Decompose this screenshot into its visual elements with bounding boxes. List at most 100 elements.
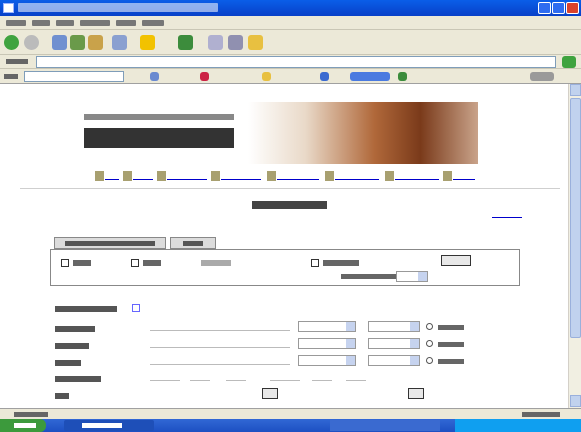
navigation-toolbar	[0, 30, 581, 55]
tab-simple-search[interactable]	[54, 237, 166, 249]
refresh-icon[interactable]	[70, 35, 85, 50]
menu-item-edit[interactable]	[32, 20, 50, 26]
home-icon[interactable]	[88, 35, 103, 50]
nav-link-8[interactable]	[453, 172, 475, 180]
nav-link-3[interactable]	[167, 172, 207, 180]
day-to-input[interactable]	[346, 380, 366, 381]
address-label	[6, 59, 28, 64]
banner-photo	[248, 102, 478, 164]
window-title	[18, 3, 218, 12]
taskbar-item[interactable]	[64, 420, 154, 431]
field-input-2[interactable]	[150, 347, 290, 348]
nav-link-5[interactable]	[277, 172, 319, 180]
nav-link-2[interactable]	[133, 172, 153, 180]
year-to-input[interactable]	[270, 380, 300, 381]
nav-link-4[interactable]	[221, 172, 261, 180]
forward-icon[interactable]	[24, 35, 39, 50]
menu-item-help[interactable]	[142, 20, 164, 26]
vertical-scrollbar[interactable]	[568, 84, 581, 408]
menu-item-file[interactable]	[6, 20, 26, 26]
field-radio-2[interactable]	[426, 340, 433, 347]
scrollbar-thumb[interactable]	[570, 98, 581, 338]
google-logo	[4, 74, 18, 79]
page-viewport	[0, 84, 568, 408]
menu-item-tools[interactable]	[116, 20, 136, 26]
scope-checkbox-1[interactable]	[61, 259, 69, 267]
nav-icon-4	[211, 171, 220, 181]
autofill-button[interactable]	[350, 72, 390, 81]
mail-icon[interactable]	[208, 35, 223, 50]
field-op-select-1[interactable]	[368, 321, 420, 332]
google-search-button[interactable]	[150, 72, 159, 81]
minimize-button[interactable]	[538, 2, 551, 14]
address-bar	[0, 55, 581, 69]
form-help-icon[interactable]	[132, 304, 140, 312]
field-label-3	[55, 360, 81, 366]
scope-checkbox-4[interactable]	[311, 259, 319, 267]
nav-icon-7	[385, 171, 394, 181]
scroll-down-icon[interactable]	[570, 395, 581, 407]
spellcheck-icon[interactable]	[398, 72, 407, 81]
language-bar[interactable]	[330, 420, 440, 431]
form-heading	[55, 306, 117, 312]
back-link[interactable]	[492, 212, 522, 218]
divider	[20, 188, 560, 189]
status-bar	[0, 408, 581, 419]
menu-item-view[interactable]	[56, 20, 74, 26]
menu-bar	[0, 16, 581, 30]
menu-item-favorites[interactable]	[80, 20, 110, 26]
system-tray	[455, 419, 581, 432]
print-icon[interactable]	[228, 35, 243, 50]
day-from-input[interactable]	[226, 380, 246, 381]
field-radio-1[interactable]	[426, 323, 433, 330]
field-op-select-3[interactable]	[368, 355, 420, 366]
google-search-input[interactable]	[24, 71, 124, 82]
field-input-1[interactable]	[150, 330, 290, 331]
highlight-icon[interactable]	[262, 72, 271, 81]
scope-select[interactable]	[396, 271, 428, 282]
edit-icon[interactable]	[248, 35, 263, 50]
field-match-select-2[interactable]	[298, 338, 356, 349]
popup-blocker-icon[interactable]	[320, 72, 329, 81]
field-label-5	[55, 393, 69, 399]
start-button[interactable]	[0, 419, 46, 432]
nav-icon-8	[443, 171, 452, 181]
year-from-input[interactable]	[150, 380, 180, 381]
banner-subtitle	[84, 114, 234, 120]
nav-link-7[interactable]	[395, 172, 439, 180]
search-scope-box	[50, 249, 520, 286]
close-button[interactable]	[566, 2, 579, 14]
scroll-up-icon[interactable]	[570, 84, 581, 96]
scope-button[interactable]	[441, 255, 471, 266]
month-from-input[interactable]	[190, 380, 210, 381]
field-match-select-1[interactable]	[298, 321, 356, 332]
field-label-1	[55, 326, 95, 332]
back-icon[interactable]	[4, 35, 19, 50]
google-toolbar	[0, 69, 581, 84]
nav-link-6[interactable]	[335, 172, 379, 180]
month-to-input[interactable]	[312, 380, 332, 381]
field-match-select-3[interactable]	[298, 355, 356, 366]
go-icon[interactable]	[562, 56, 576, 68]
field-op-select-2[interactable]	[368, 338, 420, 349]
scope-checkbox-2[interactable]	[131, 259, 139, 267]
tab-label	[183, 241, 203, 246]
pagerank-icon	[200, 72, 209, 81]
status-text	[14, 412, 48, 417]
nav-link-1[interactable]	[105, 172, 119, 180]
class-lookup-button[interactable]	[408, 388, 424, 399]
favorites-icon[interactable]	[140, 35, 155, 50]
code-lookup-button[interactable]	[262, 388, 278, 399]
stop-icon[interactable]	[52, 35, 67, 50]
maximize-button[interactable]	[552, 2, 565, 14]
page-heading	[252, 201, 327, 209]
address-input[interactable]	[36, 56, 556, 68]
history-icon[interactable]	[178, 35, 193, 50]
field-input-3[interactable]	[150, 364, 290, 365]
nav-icon-1	[95, 171, 104, 181]
settings-icon[interactable]	[530, 72, 554, 81]
field-radio-3[interactable]	[426, 357, 433, 364]
scope-label-1	[73, 260, 91, 266]
tab-detailed-search[interactable]	[170, 237, 216, 249]
search-icon[interactable]	[112, 35, 127, 50]
